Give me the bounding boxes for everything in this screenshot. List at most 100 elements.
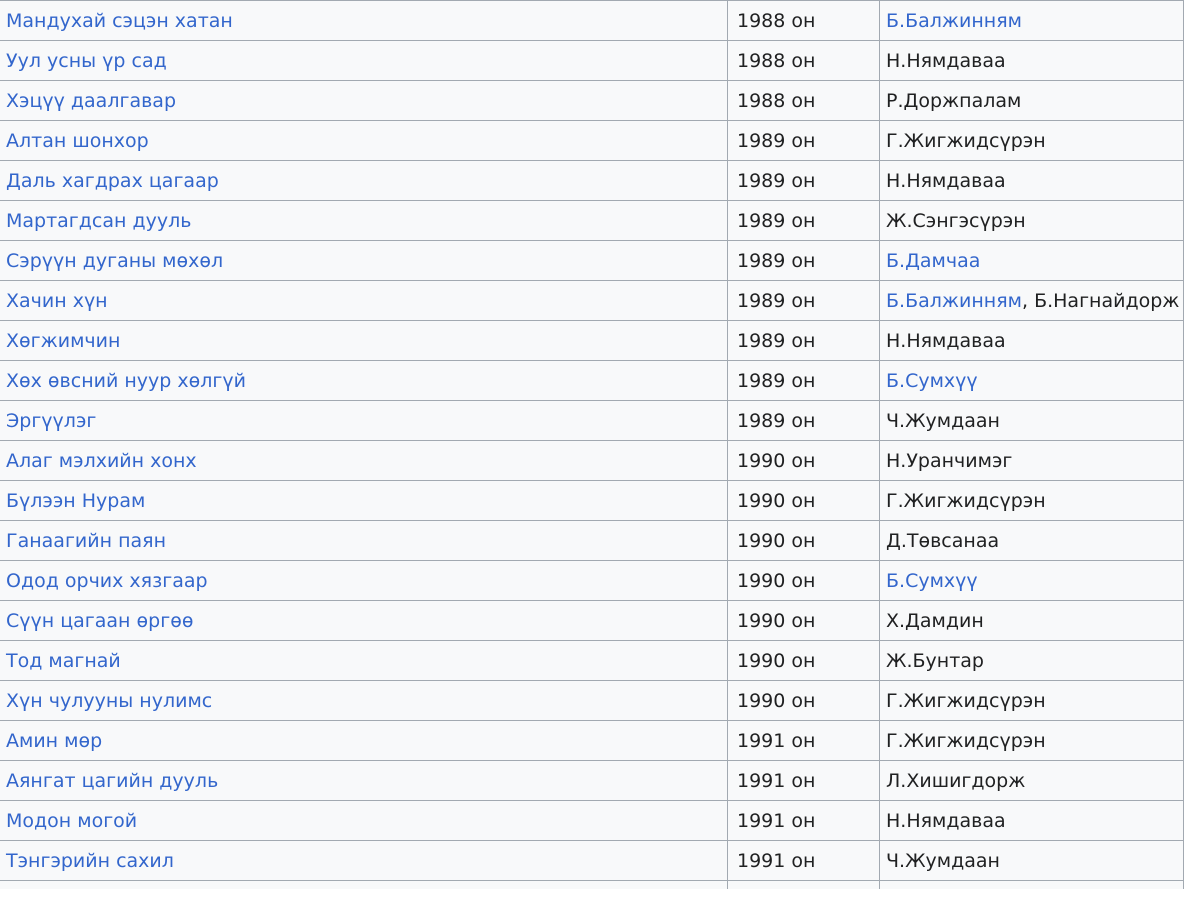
film-title-link[interactable]: Мандухай сэцэн хатан	[6, 10, 233, 32]
film-title-link[interactable]: Сэрүүн дуганы мөхөл	[6, 250, 223, 272]
director-link[interactable]: Б.Сумхүү	[886, 370, 978, 392]
table-row: Мартагдсан дууль 1989 он Ж.Сэнгэсүрэн	[0, 200, 1184, 241]
film-director-cell: Б.Сумхүү	[879, 560, 1184, 601]
film-title-link[interactable]: Уул усны үр сад	[6, 50, 167, 72]
film-director-cell: Н.Нямдаваа	[879, 800, 1184, 841]
film-year-cell: 1990 он	[727, 680, 880, 721]
table-row: Уул усны үр сад 1988 он Н.Нямдаваа	[0, 40, 1184, 81]
film-title-cell: Алтан шонхор	[0, 120, 728, 161]
film-title-link[interactable]: Хэцүү даалгавар	[6, 90, 176, 112]
director-link[interactable]: Б.Сумхүү	[886, 570, 978, 592]
film-director-cell: Б.Балжинням	[879, 0, 1184, 41]
director-name: Н.Уранчимэг	[886, 449, 1013, 472]
director-name: Л.Хишигдорж	[886, 769, 1026, 792]
film-title-cell: Амин мөр	[0, 720, 728, 761]
film-title-link[interactable]: Аянгат цагийн дууль	[6, 770, 218, 792]
table-row: Тэнгэрийн сахил 1991 он Ч.Жумдаан	[0, 840, 1184, 881]
film-director-cell: Р.Доржпалам	[879, 80, 1184, 121]
film-title-cell: Мандухай сэцэн хатан	[0, 0, 728, 41]
film-year-cell: 1988 он	[727, 80, 880, 121]
film-title-link[interactable]: Мартагдсан дууль	[6, 210, 191, 232]
film-year-cell: 1990 он	[727, 640, 880, 681]
film-year-cell: 1991 он	[727, 760, 880, 801]
table-row: Хөх өвсний нуур хөлгүй 1989 он Б.Сумхүү	[0, 360, 1184, 401]
film-year-cell: 1989 он	[727, 160, 880, 201]
film-director-cell: Х.Дамдин	[879, 600, 1184, 641]
director-link[interactable]: Б.Балжинням	[886, 10, 1022, 32]
director-name: Н.Нямдаваа	[886, 329, 1006, 352]
film-director-cell: Г.Жигжидсүрэн	[879, 680, 1184, 721]
film-director-cell: Ж.Бунтар	[879, 640, 1184, 681]
director-name: Ч.Жумдаан	[886, 849, 1000, 872]
film-title-link[interactable]: Хөгжимчин	[6, 330, 120, 352]
film-title-link[interactable]: Хөх өвсний нуур хөлгүй	[6, 370, 246, 392]
table-row: Хөгжимчин 1989 он Н.Нямдаваа	[0, 320, 1184, 361]
table-row: Мандухай сэцэн хатан 1988 он Б.Балжинням	[0, 0, 1184, 41]
film-title-link[interactable]: Хүн чулууны нулимс	[6, 690, 212, 712]
film-title-link[interactable]: Алаг мэлхийн хонх	[6, 450, 197, 472]
film-title-cell: Хөх өвсний нуур хөлгүй	[0, 360, 728, 401]
film-year-cell: 1988 он	[727, 0, 880, 41]
table-row: Алаг мэлхийн хонх 1990 он Н.Уранчимэг	[0, 440, 1184, 481]
table-row: Даль хагдрах цагаар 1989 он Н.Нямдаваа	[0, 160, 1184, 201]
film-title-link[interactable]: Одод орчих хязгаар	[6, 570, 208, 592]
film-year-cell: 1990 он	[727, 600, 880, 641]
film-year-cell: 1990 он	[727, 520, 880, 561]
director-name: Н.Нямдаваа	[886, 809, 1006, 832]
film-title-link[interactable]: Тэнгэрийн сахил	[6, 850, 174, 872]
director-name: Ч.Жумдаан	[886, 409, 1000, 432]
table-row: Амин мөр 1991 он Г.Жигжидсүрэн	[0, 720, 1184, 761]
director-link[interactable]: Б.Балжинням	[886, 290, 1022, 312]
film-year-cell: 1989 он	[727, 280, 880, 321]
film-title-cell: Тэнгэрийн сахил	[0, 840, 728, 881]
films-table-body: Мандухай сэцэн хатан 1988 он Б.Балжинням Уу…	[0, 0, 1184, 889]
table-row: Аянгат цагийн дууль 1991 он Л.Хишигдорж	[0, 760, 1184, 801]
film-title-link[interactable]: Сүүн цагаан өргөө	[6, 610, 193, 632]
film-title-cell: Хүн чулууны нулимс	[0, 680, 728, 721]
film-title-cell: Уул усны үр сад	[0, 40, 728, 81]
director-link[interactable]: Б.Дамчаа	[886, 250, 980, 272]
director-name: Н.Нямдаваа	[886, 49, 1006, 72]
film-director-cell: Ч.Жумдаан	[879, 400, 1184, 441]
film-title-cell: Сүүн цагаан өргөө	[0, 600, 728, 641]
film-title-link[interactable]: Бүлээн Нурам	[6, 490, 145, 512]
film-director-cell: Б.Сумхүү	[879, 360, 1184, 401]
film-title-cell: Аянгат цагийн дууль	[0, 760, 728, 801]
table-row: Одод орчих хязгаар 1990 он Б.Сумхүү	[0, 560, 1184, 601]
film-year-cell: 1990 он	[727, 440, 880, 481]
film-title-cell: Ганаагийн паян	[0, 520, 728, 561]
table-row: Хүн чулууны нулимс 1990 он Г.Жигжидсүрэн	[0, 680, 1184, 721]
partial-cell	[879, 880, 1184, 889]
film-title-link[interactable]: Амин мөр	[6, 730, 102, 752]
partial-cell	[727, 880, 880, 889]
film-year-cell: 1991 он	[727, 800, 880, 841]
table-row-partial	[0, 880, 1184, 889]
film-director-cell: Д.Төвсанаа	[879, 520, 1184, 561]
film-title-link[interactable]: Тод магнай	[6, 650, 121, 672]
film-title-link[interactable]: Ганаагийн паян	[6, 530, 166, 552]
film-year-cell: 1989 он	[727, 120, 880, 161]
film-title-cell: Алаг мэлхийн хонх	[0, 440, 728, 481]
film-title-link[interactable]: Хачин хүн	[6, 290, 108, 312]
director-name: Б.Нагнайдорж	[1034, 289, 1180, 312]
film-year-cell: 1989 он	[727, 360, 880, 401]
film-title-link[interactable]: Модон могой	[6, 810, 137, 832]
film-year-cell: 1988 он	[727, 40, 880, 81]
table-row: Эргүүлэг 1989 он Ч.Жумдаан	[0, 400, 1184, 441]
table-row: Ганаагийн паян 1990 он Д.Төвсанаа	[0, 520, 1184, 561]
film-director-cell: Н.Нямдаваа	[879, 40, 1184, 81]
film-title-cell: Мартагдсан дууль	[0, 200, 728, 241]
film-year-cell: 1989 он	[727, 200, 880, 241]
film-title-link[interactable]: Эргүүлэг	[6, 410, 96, 432]
film-title-cell: Сэрүүн дуганы мөхөл	[0, 240, 728, 281]
director-name: Ж.Бунтар	[886, 649, 984, 672]
film-title-cell: Даль хагдрах цагаар	[0, 160, 728, 201]
film-title-link[interactable]: Алтан шонхор	[6, 130, 149, 152]
director-name: Г.Жигжидсүрэн	[886, 489, 1046, 512]
film-title-link[interactable]: Даль хагдрах цагаар	[6, 170, 219, 192]
film-title-cell: Эргүүлэг	[0, 400, 728, 441]
film-year-cell: 1989 он	[727, 320, 880, 361]
film-director-cell: Н.Нямдаваа	[879, 160, 1184, 201]
table-row: Хачин хүн 1989 он Б.Балжинням, Б.Нагнайдор…	[0, 280, 1184, 321]
film-year-cell: 1991 он	[727, 720, 880, 761]
